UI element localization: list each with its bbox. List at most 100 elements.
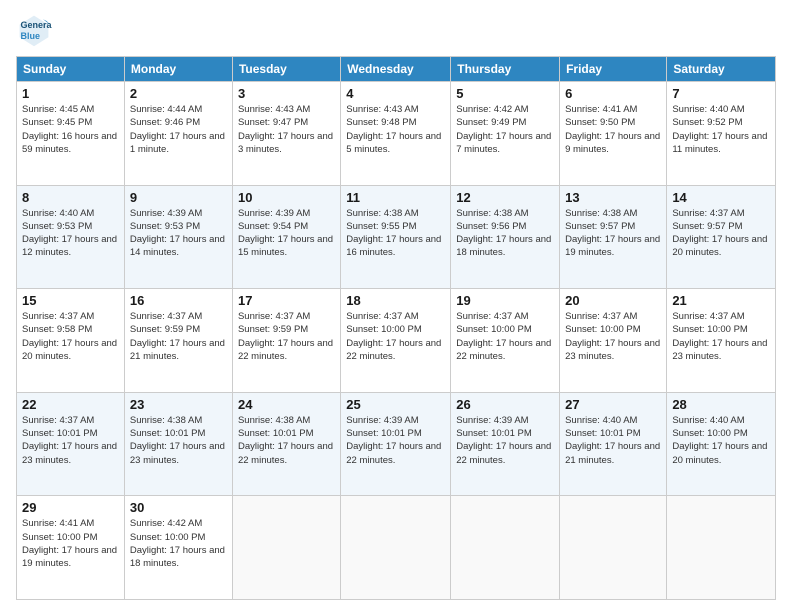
- calendar-cell: 4 Sunrise: 4:43 AMSunset: 9:48 PMDaylight…: [341, 82, 451, 186]
- day-info: Sunrise: 4:45 AMSunset: 9:45 PMDaylight:…: [22, 103, 119, 156]
- day-number: 19: [456, 293, 554, 308]
- header-day-monday: Monday: [124, 57, 232, 82]
- day-number: 20: [565, 293, 661, 308]
- day-info: Sunrise: 4:37 AMSunset: 10:00 PMDaylight…: [456, 310, 554, 363]
- day-info: Sunrise: 4:41 AMSunset: 10:00 PMDaylight…: [22, 517, 119, 570]
- day-number: 12: [456, 190, 554, 205]
- day-number: 4: [346, 86, 445, 101]
- day-info: Sunrise: 4:39 AMSunset: 9:53 PMDaylight:…: [130, 207, 227, 260]
- day-number: 10: [238, 190, 335, 205]
- day-info: Sunrise: 4:37 AMSunset: 9:59 PMDaylight:…: [238, 310, 335, 363]
- calendar-cell: 20 Sunrise: 4:37 AMSunset: 10:00 PMDaylig…: [560, 289, 667, 393]
- day-number: 14: [672, 190, 770, 205]
- day-number: 9: [130, 190, 227, 205]
- day-info: Sunrise: 4:40 AMSunset: 9:53 PMDaylight:…: [22, 207, 119, 260]
- calendar-cell: 8 Sunrise: 4:40 AMSunset: 9:53 PMDaylight…: [17, 185, 125, 289]
- week-row-4: 22 Sunrise: 4:37 AMSunset: 10:01 PMDaylig…: [17, 392, 776, 496]
- day-info: Sunrise: 4:39 AMSunset: 10:01 PMDaylight…: [346, 414, 445, 467]
- day-info: Sunrise: 4:40 AMSunset: 10:00 PMDaylight…: [672, 414, 770, 467]
- day-info: Sunrise: 4:38 AMSunset: 10:01 PMDaylight…: [238, 414, 335, 467]
- calendar-cell: 3Sunrise: 4:43 AMSunset: 9:47 PMDaylight…: [232, 82, 340, 186]
- day-number: 1: [22, 86, 119, 101]
- calendar-cell: 16Sunrise: 4:37 AMSunset: 9:59 PMDayligh…: [124, 289, 232, 393]
- day-number: 6: [565, 86, 661, 101]
- day-info: Sunrise: 4:37 AMSunset: 10:01 PMDaylight…: [22, 414, 119, 467]
- calendar-cell: 17Sunrise: 4:37 AMSunset: 9:59 PMDayligh…: [232, 289, 340, 393]
- calendar-cell: 25 Sunrise: 4:39 AMSunset: 10:01 PMDaylig…: [341, 392, 451, 496]
- day-info: Sunrise: 4:37 AMSunset: 9:57 PMDaylight:…: [672, 207, 770, 260]
- day-info: Sunrise: 4:42 AMSunset: 10:00 PMDaylight…: [130, 517, 227, 570]
- calendar-cell: 5 Sunrise: 4:42 AMSunset: 9:49 PMDaylight…: [451, 82, 560, 186]
- calendar-cell: 28Sunrise: 4:40 AMSunset: 10:00 PMDaylig…: [667, 392, 776, 496]
- calendar-cell: 10 Sunrise: 4:39 AMSunset: 9:54 PMDayligh…: [232, 185, 340, 289]
- day-number: 13: [565, 190, 661, 205]
- calendar-cell: 24 Sunrise: 4:38 AMSunset: 10:01 PMDaylig…: [232, 392, 340, 496]
- calendar-table: SundayMondayTuesdayWednesdayThursdayFrid…: [16, 56, 776, 600]
- header-day-saturday: Saturday: [667, 57, 776, 82]
- day-number: 11: [346, 190, 445, 205]
- header-day-tuesday: Tuesday: [232, 57, 340, 82]
- calendar-cell: 12 Sunrise: 4:38 AMSunset: 9:56 PMDayligh…: [451, 185, 560, 289]
- header-day-friday: Friday: [560, 57, 667, 82]
- day-info: Sunrise: 4:44 AMSunset: 9:46 PMDaylight:…: [130, 103, 227, 156]
- day-number: 27: [565, 397, 661, 412]
- calendar-cell: 27Sunrise: 4:40 AMSunset: 10:01 PMDaylig…: [560, 392, 667, 496]
- day-info: Sunrise: 4:41 AMSunset: 9:50 PMDaylight:…: [565, 103, 661, 156]
- day-number: 25: [346, 397, 445, 412]
- week-row-1: 1 Sunrise: 4:45 AMSunset: 9:45 PMDaylight…: [17, 82, 776, 186]
- day-info: Sunrise: 4:37 AMSunset: 10:00 PMDaylight…: [346, 310, 445, 363]
- calendar-cell: 23 Sunrise: 4:38 AMSunset: 10:01 PMDaylig…: [124, 392, 232, 496]
- week-row-3: 15 Sunrise: 4:37 AMSunset: 9:58 PMDayligh…: [17, 289, 776, 393]
- calendar-cell: 15 Sunrise: 4:37 AMSunset: 9:58 PMDayligh…: [17, 289, 125, 393]
- calendar-cell: [232, 496, 340, 600]
- header-day-sunday: Sunday: [17, 57, 125, 82]
- calendar-header-row: SundayMondayTuesdayWednesdayThursdayFrid…: [17, 57, 776, 82]
- logo: General Blue: [16, 12, 56, 48]
- day-number: 8: [22, 190, 119, 205]
- day-info: Sunrise: 4:37 AMSunset: 9:58 PMDaylight:…: [22, 310, 119, 363]
- day-number: 3: [238, 86, 335, 101]
- day-info: Sunrise: 4:38 AMSunset: 10:01 PMDaylight…: [130, 414, 227, 467]
- day-number: 24: [238, 397, 335, 412]
- calendar-cell: 9 Sunrise: 4:39 AMSunset: 9:53 PMDaylight…: [124, 185, 232, 289]
- day-number: 22: [22, 397, 119, 412]
- day-number: 15: [22, 293, 119, 308]
- calendar-cell: 29 Sunrise: 4:41 AMSunset: 10:00 PMDaylig…: [17, 496, 125, 600]
- svg-text:Blue: Blue: [21, 31, 41, 41]
- day-number: 16: [130, 293, 227, 308]
- calendar-cell: 19 Sunrise: 4:37 AMSunset: 10:00 PMDaylig…: [451, 289, 560, 393]
- day-number: 29: [22, 500, 119, 515]
- header: General Blue: [16, 12, 776, 48]
- week-row-2: 8 Sunrise: 4:40 AMSunset: 9:53 PMDaylight…: [17, 185, 776, 289]
- day-number: 5: [456, 86, 554, 101]
- calendar-cell: [341, 496, 451, 600]
- calendar-cell: [667, 496, 776, 600]
- calendar-cell: [451, 496, 560, 600]
- day-info: Sunrise: 4:39 AMSunset: 9:54 PMDaylight:…: [238, 207, 335, 260]
- day-info: Sunrise: 4:42 AMSunset: 9:49 PMDaylight:…: [456, 103, 554, 156]
- calendar-cell: 7 Sunrise: 4:40 AMSunset: 9:52 PMDaylight…: [667, 82, 776, 186]
- header-day-thursday: Thursday: [451, 57, 560, 82]
- page: General Blue SundayMondayTuesdayWednesda…: [0, 0, 792, 612]
- calendar-cell: [560, 496, 667, 600]
- logo-icon: General Blue: [16, 12, 52, 48]
- day-number: 26: [456, 397, 554, 412]
- day-number: 23: [130, 397, 227, 412]
- day-number: 21: [672, 293, 770, 308]
- calendar-cell: 11 Sunrise: 4:38 AMSunset: 9:55 PMDayligh…: [341, 185, 451, 289]
- day-number: 18: [346, 293, 445, 308]
- day-info: Sunrise: 4:38 AMSunset: 9:56 PMDaylight:…: [456, 207, 554, 260]
- day-number: 7: [672, 86, 770, 101]
- day-info: Sunrise: 4:40 AMSunset: 9:52 PMDaylight:…: [672, 103, 770, 156]
- day-info: Sunrise: 4:38 AMSunset: 9:55 PMDaylight:…: [346, 207, 445, 260]
- day-info: Sunrise: 4:37 AMSunset: 10:00 PMDaylight…: [672, 310, 770, 363]
- day-info: Sunrise: 4:43 AMSunset: 9:48 PMDaylight:…: [346, 103, 445, 156]
- calendar-cell: 2 Sunrise: 4:44 AMSunset: 9:46 PMDaylight…: [124, 82, 232, 186]
- day-number: 2: [130, 86, 227, 101]
- day-number: 30: [130, 500, 227, 515]
- day-info: Sunrise: 4:37 AMSunset: 10:00 PMDaylight…: [565, 310, 661, 363]
- calendar-cell: 26Sunrise: 4:39 AMSunset: 10:01 PMDaylig…: [451, 392, 560, 496]
- calendar-cell: 22 Sunrise: 4:37 AMSunset: 10:01 PMDaylig…: [17, 392, 125, 496]
- calendar-cell: 6 Sunrise: 4:41 AMSunset: 9:50 PMDaylight…: [560, 82, 667, 186]
- day-info: Sunrise: 4:38 AMSunset: 9:57 PMDaylight:…: [565, 207, 661, 260]
